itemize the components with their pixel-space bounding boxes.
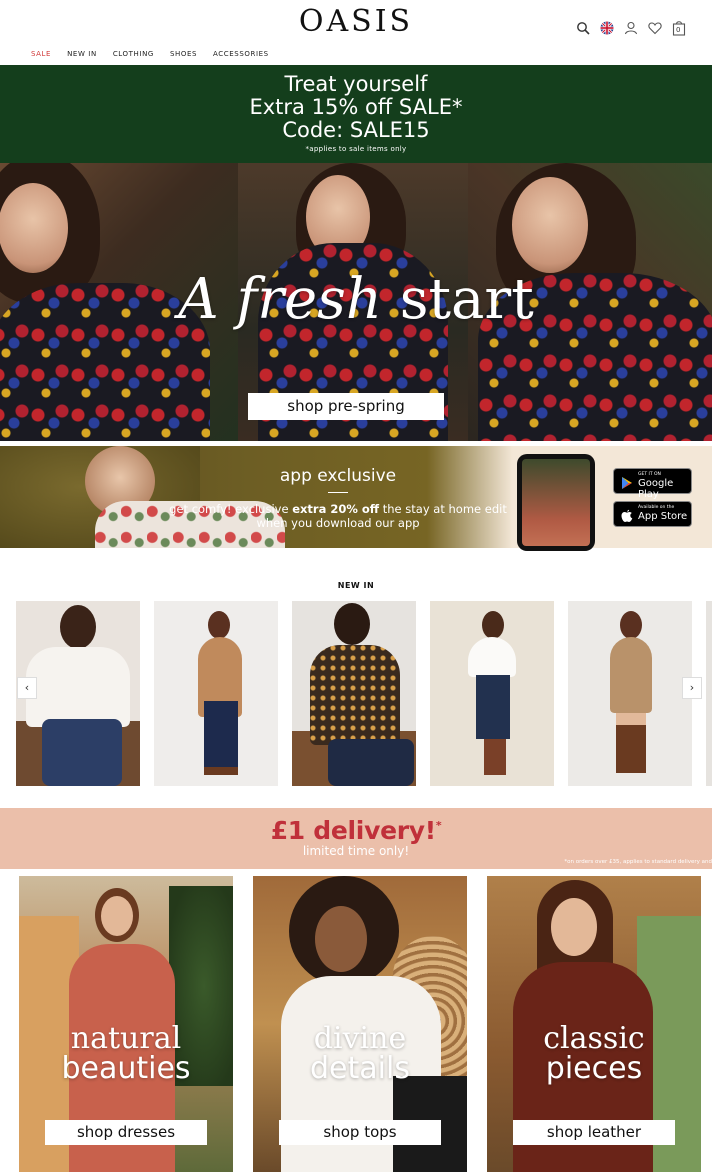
shop-tops-button[interactable]: shop tops bbox=[279, 1120, 441, 1145]
shop-pre-spring-button[interactable]: shop pre-spring bbox=[248, 393, 444, 420]
category-title: divine details bbox=[310, 1021, 410, 1086]
sale-promo-banner[interactable]: Treat yourself Extra 15% off SALE* Code:… bbox=[0, 65, 712, 163]
phone-mockup bbox=[517, 454, 595, 551]
new-in-heading: NEW IN bbox=[337, 581, 375, 590]
category-dresses[interactable]: natural beauties shop dresses bbox=[19, 876, 233, 1172]
uk-flag-icon[interactable] bbox=[600, 20, 614, 35]
main-nav: SALE NEW IN CLOTHING SHOES ACCESSORIES bbox=[31, 50, 269, 58]
account-icon[interactable] bbox=[624, 20, 638, 35]
delivery-footnote: *on orders over £35, applies to standard… bbox=[564, 859, 712, 865]
apple-icon bbox=[620, 508, 634, 522]
delivery-headline: £1 delivery!* bbox=[270, 816, 442, 845]
google-play-icon bbox=[620, 475, 634, 489]
new-in-carousel[interactable] bbox=[16, 601, 712, 787]
nav-item-shoes[interactable]: SHOES bbox=[170, 50, 197, 58]
wishlist-heart-icon[interactable] bbox=[648, 20, 662, 35]
product-card[interactable] bbox=[292, 601, 416, 786]
nav-item-new-in[interactable]: NEW IN bbox=[67, 50, 97, 58]
app-banner-title: app exclusive bbox=[279, 466, 397, 486]
nav-item-sale[interactable]: SALE bbox=[31, 50, 51, 58]
google-play-badge[interactable]: GET IT ON Google Play bbox=[613, 468, 692, 500]
category-title: classic pieces bbox=[543, 1021, 645, 1086]
app-store-badge[interactable]: Available on the App Store bbox=[613, 501, 692, 527]
product-card[interactable] bbox=[568, 601, 692, 786]
bag-count: 0 bbox=[676, 26, 681, 34]
carousel-next-button[interactable]: › bbox=[682, 677, 702, 699]
search-icon[interactable] bbox=[576, 20, 590, 35]
header-icons: 0 bbox=[576, 20, 686, 36]
hero-banner[interactable]: A fresh start shop pre-spring bbox=[0, 163, 712, 441]
nav-item-accessories[interactable]: ACCESSORIES bbox=[213, 50, 269, 58]
promo-code: Code: SALE15 bbox=[282, 118, 430, 142]
app-banner-text: get comfy! exclusive extra 20% off the s… bbox=[169, 502, 507, 530]
promo-line-1: Treat yourself bbox=[284, 72, 428, 96]
hero-title: A fresh start bbox=[178, 267, 534, 332]
delivery-promo-banner[interactable]: £1 delivery!* limited time only! *on ord… bbox=[0, 808, 712, 869]
delivery-subtext: limited time only! bbox=[302, 844, 410, 858]
bag-icon[interactable]: 0 bbox=[672, 20, 686, 36]
site-header: OASIS SALE NEW IN CLOTHING SHOES ACCESSO… bbox=[0, 0, 712, 65]
category-leather[interactable]: classic pieces shop leather bbox=[487, 876, 701, 1172]
nav-item-clothing[interactable]: CLOTHING bbox=[113, 50, 154, 58]
category-tops[interactable]: divine details shop tops bbox=[253, 876, 467, 1172]
product-card[interactable] bbox=[430, 601, 554, 786]
carousel-prev-button[interactable]: ‹ bbox=[17, 677, 37, 699]
product-card[interactable] bbox=[154, 601, 278, 786]
promo-line-2: Extra 15% off SALE* bbox=[249, 95, 463, 119]
shop-leather-button[interactable]: shop leather bbox=[513, 1120, 675, 1145]
divider bbox=[328, 492, 348, 493]
promo-footnote: *applies to sale items only bbox=[305, 145, 407, 153]
app-exclusive-banner[interactable]: app exclusive get comfy! exclusive extra… bbox=[0, 446, 712, 548]
shop-dresses-button[interactable]: shop dresses bbox=[45, 1120, 207, 1145]
category-title: natural beauties bbox=[61, 1021, 191, 1086]
